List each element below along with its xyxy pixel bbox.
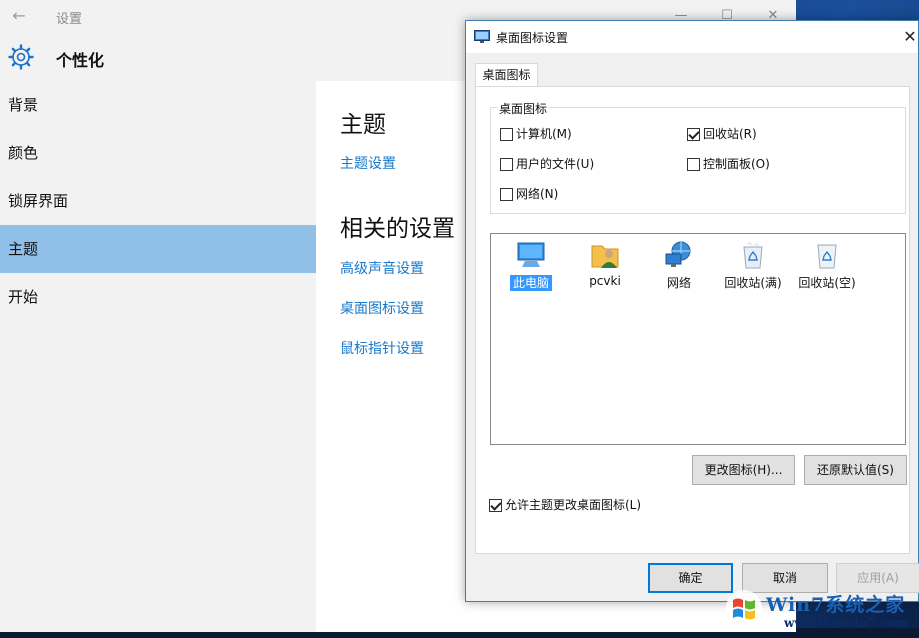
sidebar-item-lock-screen[interactable]: 锁屏界面 [0,177,316,225]
user-folder-icon [591,245,619,268]
checkbox-label: 网络(N) [516,187,559,201]
dialog-titlebar: 桌面图标设置 ✕ [466,21,918,53]
icon-label: 回收站(满) [724,276,782,290]
tab-panel: 桌面图标 计算机(M) 回收站(R) 用户的文件(U) 控制面板(O) 网络(N… [475,86,910,554]
list-item-recycle-bin-empty[interactable]: 回收站(空) [791,234,863,294]
recycle-bin-empty-icon [817,244,837,269]
mouse-pointer-settings-link[interactable]: 鼠标指针设置 [340,338,424,358]
user-files-checkbox[interactable]: 用户的文件(U) [500,157,594,173]
windows-logo-icon [726,590,762,626]
checkbox-box[interactable] [500,188,513,201]
dialog-close-icon[interactable]: ✕ [902,27,918,47]
gear-icon [8,44,34,70]
monitor-icon [474,30,490,43]
desktop-icon-settings-link[interactable]: 桌面图标设置 [340,298,424,318]
checkbox-box[interactable] [500,128,513,141]
list-item-recycle-bin-full[interactable]: 回收站(满) [717,234,789,294]
checkbox-label: 计算机(M) [516,127,572,141]
back-arrow-icon[interactable]: ← [8,6,30,26]
checkbox-box[interactable] [687,158,700,171]
network-checkbox[interactable]: 网络(N) [500,187,558,203]
advanced-sound-settings-link[interactable]: 高级声音设置 [340,258,424,278]
checkbox-box[interactable] [489,499,502,512]
checkbox-box[interactable] [687,128,700,141]
watermark-text: Win7系统之家 [766,594,906,616]
restore-default-button[interactable]: 还原默认值(S) [804,455,907,485]
sidebar-item-start[interactable]: 开始 [0,273,316,321]
list-item-this-pc[interactable]: 此电脑 [495,234,567,294]
allow-themes-checkbox[interactable]: 允许主题更改桌面图标(L) [489,498,641,514]
watermark-url: www.Winwin7.com [784,616,909,630]
list-item-user-folder[interactable]: pcvki [569,234,641,294]
settings-sidebar: 背景 颜色 锁屏界面 主题 开始 [0,81,316,632]
dialog-title: 桌面图标设置 [496,31,569,45]
network-icon [665,241,691,267]
checkbox-label: 允许主题更改桌面图标(L) [505,498,642,512]
ok-button[interactable]: 确定 [648,563,733,593]
theme-settings-link[interactable]: 主题设置 [340,153,396,173]
control-panel-checkbox[interactable]: 控制面板(O) [687,157,770,173]
checkbox-label: 控制面板(O) [703,157,770,171]
change-icon-button[interactable]: 更改图标(H)... [692,455,795,485]
settings-window-title: 设置 [56,12,83,27]
icon-label: 网络 [666,276,691,290]
icon-label: 此电脑 [495,274,567,291]
checkbox-label: 回收站(R) [703,127,757,141]
sidebar-item-colors[interactable]: 颜色 [0,129,316,177]
computer-icon [517,242,545,267]
sidebar-item-background[interactable]: 背景 [0,81,316,129]
site-watermark: Win7系统之家 www.Winwin7.com [722,586,919,638]
checkbox-box[interactable] [500,158,513,171]
icon-listview[interactable]: 此电脑 pcvki 网络 回收站(满) 回收站(空) [490,233,906,445]
checkbox-label: 用户的文件(U) [516,157,595,171]
list-item-network[interactable]: 网络 [643,234,715,294]
icon-label: 回收站(空) [798,276,856,290]
section-title: 个性化 [56,51,105,70]
groupbox-label: 桌面图标 [497,100,550,117]
sidebar-item-themes[interactable]: 主题 [0,225,316,273]
tab-desktop-icons[interactable]: 桌面图标 [475,63,538,87]
recycle-bin-checkbox[interactable]: 回收站(R) [687,127,757,143]
desktop-icon-settings-dialog: 桌面图标设置 ✕ 桌面图标 桌面图标 计算机(M) 回收站(R) 用户的文件(U… [465,20,919,602]
computer-checkbox[interactable]: 计算机(M) [500,127,572,143]
page-title: 主题 [340,112,386,138]
recycle-bin-full-icon [743,242,763,269]
related-settings-heading: 相关的设置 [340,216,455,242]
icon-label: pcvki [589,274,621,288]
